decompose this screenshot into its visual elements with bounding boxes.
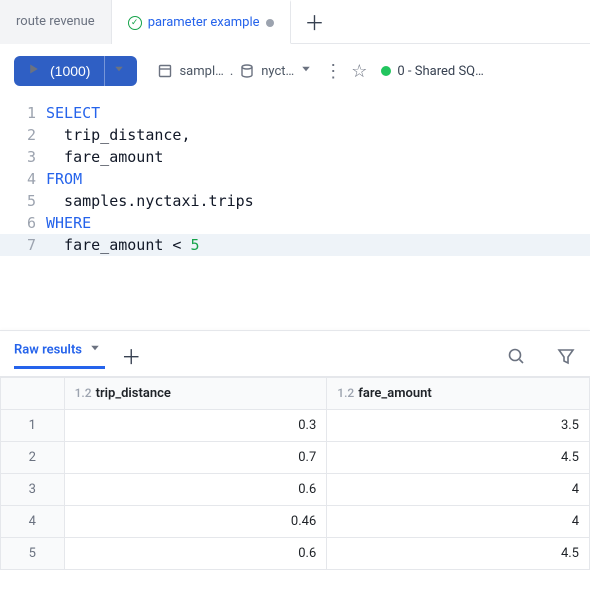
tab-route-revenue[interactable]: route revenue bbox=[0, 0, 112, 44]
run-dropdown-button[interactable] bbox=[104, 56, 137, 86]
compute-status-icon bbox=[381, 66, 391, 76]
catalog-picker[interactable]: sampl… . nyct… bbox=[157, 63, 316, 79]
schema-label: nyct… bbox=[261, 64, 294, 79]
compute-picker[interactable]: 0 - Shared SQ… bbox=[375, 64, 483, 79]
toolbar: (1000) sampl… . nyct… ⋮ ☆ 0 - Shared SQ… bbox=[0, 44, 590, 98]
row-number: 2 bbox=[1, 442, 65, 474]
code-line: trip_distance, bbox=[46, 124, 590, 146]
chevron-down-icon bbox=[113, 63, 129, 79]
row-number: 3 bbox=[1, 474, 65, 506]
schema-icon bbox=[239, 63, 255, 79]
cell: 0.46 bbox=[64, 506, 327, 538]
run-button[interactable]: (1000) bbox=[14, 56, 104, 86]
code-line: WHERE bbox=[46, 212, 590, 234]
tab-parameter-example[interactable]: ✓ parameter example bbox=[112, 0, 291, 44]
tab-label: parameter example bbox=[148, 15, 260, 30]
tab-label: route revenue bbox=[16, 14, 95, 29]
cell: 4.5 bbox=[327, 442, 590, 474]
line-number: 1 bbox=[0, 102, 46, 124]
table-row[interactable]: 40.464 bbox=[1, 506, 590, 538]
catalog-icon bbox=[157, 63, 173, 79]
dot-separator: . bbox=[230, 64, 233, 79]
catalog-label: sampl… bbox=[179, 64, 223, 79]
compute-label: 0 - Shared SQ… bbox=[397, 64, 483, 79]
cell: 0.6 bbox=[64, 474, 327, 506]
cell: 0.7 bbox=[64, 442, 327, 474]
type-badge: 1.2 bbox=[75, 386, 92, 400]
code-line: fare_amount bbox=[46, 146, 590, 168]
add-visualization-button[interactable]: ＋ bbox=[121, 341, 141, 370]
type-badge: 1.2 bbox=[337, 386, 354, 400]
chevron-down-icon bbox=[300, 63, 316, 79]
cell: 3.5 bbox=[327, 410, 590, 442]
results-tab-raw[interactable]: Raw results bbox=[14, 342, 105, 369]
row-number: 1 bbox=[1, 410, 65, 442]
column-header-fare-amount[interactable]: 1.2fare_amount bbox=[327, 378, 590, 410]
code-line: samples.nyctaxi.trips bbox=[46, 190, 590, 212]
cell: 4.5 bbox=[327, 538, 590, 570]
favorite-button[interactable]: ☆ bbox=[351, 61, 367, 82]
row-number: 4 bbox=[1, 506, 65, 538]
cell: 0.3 bbox=[64, 410, 327, 442]
row-number: 5 bbox=[1, 538, 65, 570]
table-row[interactable]: 30.64 bbox=[1, 474, 590, 506]
results-table: 1.2trip_distance 1.2fare_amount 10.33.5 … bbox=[0, 377, 590, 570]
more-menu-button[interactable]: ⋮ bbox=[324, 61, 343, 82]
sql-editor[interactable]: 1SELECT 2 trip_distance, 3 fare_amount 4… bbox=[0, 98, 590, 260]
column-header-trip-distance[interactable]: 1.2trip_distance bbox=[64, 378, 327, 410]
table-row[interactable]: 10.33.5 bbox=[1, 410, 590, 442]
line-number: 4 bbox=[0, 168, 46, 190]
results-tab-bar: Raw results ＋ bbox=[0, 331, 590, 377]
line-number: 5 bbox=[0, 190, 46, 212]
line-number: 3 bbox=[0, 146, 46, 168]
table-corner bbox=[1, 378, 65, 410]
filter-results-button[interactable] bbox=[556, 346, 576, 366]
run-limit-label: (1000) bbox=[50, 63, 90, 79]
code-line: fare_amount < 5 bbox=[46, 234, 590, 256]
line-number: 6 bbox=[0, 212, 46, 234]
code-line: SELECT bbox=[46, 102, 590, 124]
tab-bar: route revenue ✓ parameter example ＋ bbox=[0, 0, 590, 44]
dirty-indicator-icon bbox=[266, 19, 274, 27]
line-number: 7 bbox=[0, 234, 46, 256]
cell: 4 bbox=[327, 506, 590, 538]
run-button-group: (1000) bbox=[14, 56, 137, 86]
results-tab-label: Raw results bbox=[14, 342, 82, 357]
table-row[interactable]: 50.64.5 bbox=[1, 538, 590, 570]
line-number: 2 bbox=[0, 124, 46, 146]
code-line: FROM bbox=[46, 168, 590, 190]
cell: 0.6 bbox=[64, 538, 327, 570]
cell: 4 bbox=[327, 474, 590, 506]
success-status-icon: ✓ bbox=[128, 16, 142, 30]
add-tab-button[interactable]: ＋ bbox=[291, 7, 339, 36]
chevron-down-icon bbox=[89, 342, 105, 358]
play-icon bbox=[28, 63, 44, 79]
search-results-button[interactable] bbox=[506, 346, 526, 366]
table-row[interactable]: 20.74.5 bbox=[1, 442, 590, 474]
